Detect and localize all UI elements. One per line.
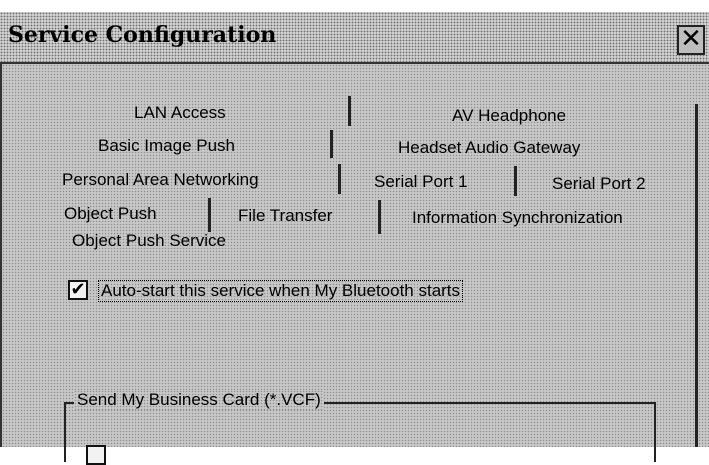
send-business-card-checkbox[interactable] [86, 445, 106, 465]
close-button[interactable]: ✕ [677, 25, 705, 55]
tab-divider [330, 130, 333, 158]
tab-serial-port-1[interactable]: Serial Port 1 [374, 172, 468, 192]
tab-file-transfer[interactable]: File Transfer [238, 206, 332, 226]
tab-lan-access[interactable]: LAN Access [134, 103, 226, 123]
business-card-group [64, 402, 656, 462]
service-configuration-window: Service Configuration ✕ LAN Access AV He… [0, 12, 709, 465]
service-title: Object Push Service [72, 231, 227, 250]
tab-divider [514, 166, 517, 196]
autostart-checkbox[interactable]: ✔ [68, 280, 88, 300]
tab-personal-area-networking[interactable]: Personal Area Networking [62, 170, 259, 190]
tab-object-push[interactable]: Object Push [64, 204, 157, 224]
checkmark-icon: ✔ [70, 279, 86, 300]
title-bar[interactable]: Service Configuration ✕ [0, 12, 709, 64]
tab-divider [348, 96, 351, 126]
tab-control-right-edge [695, 104, 698, 447]
close-icon: ✕ [680, 24, 702, 54]
autostart-label[interactable]: Auto-start this service when My Bluetoot… [98, 280, 464, 302]
tab-divider [208, 198, 211, 232]
tab-headset-audio-gateway[interactable]: Headset Audio Gateway [398, 138, 580, 158]
tab-divider [338, 164, 341, 194]
tab-av-headphone[interactable]: AV Headphone [452, 106, 566, 126]
tab-basic-image-push[interactable]: Basic Image Push [98, 136, 235, 156]
tab-divider [378, 200, 381, 234]
tab-serial-port-2[interactable]: Serial Port 2 [552, 174, 646, 194]
business-card-group-legend: Send My Business Card (*.VCF) [74, 390, 324, 410]
window-title: Service Configuration [8, 22, 277, 48]
tab-information-synchronization[interactable]: Information Synchronization [412, 208, 623, 228]
dialog-client-area: LAN Access AV Headphone Basic Image Push… [0, 64, 709, 465]
